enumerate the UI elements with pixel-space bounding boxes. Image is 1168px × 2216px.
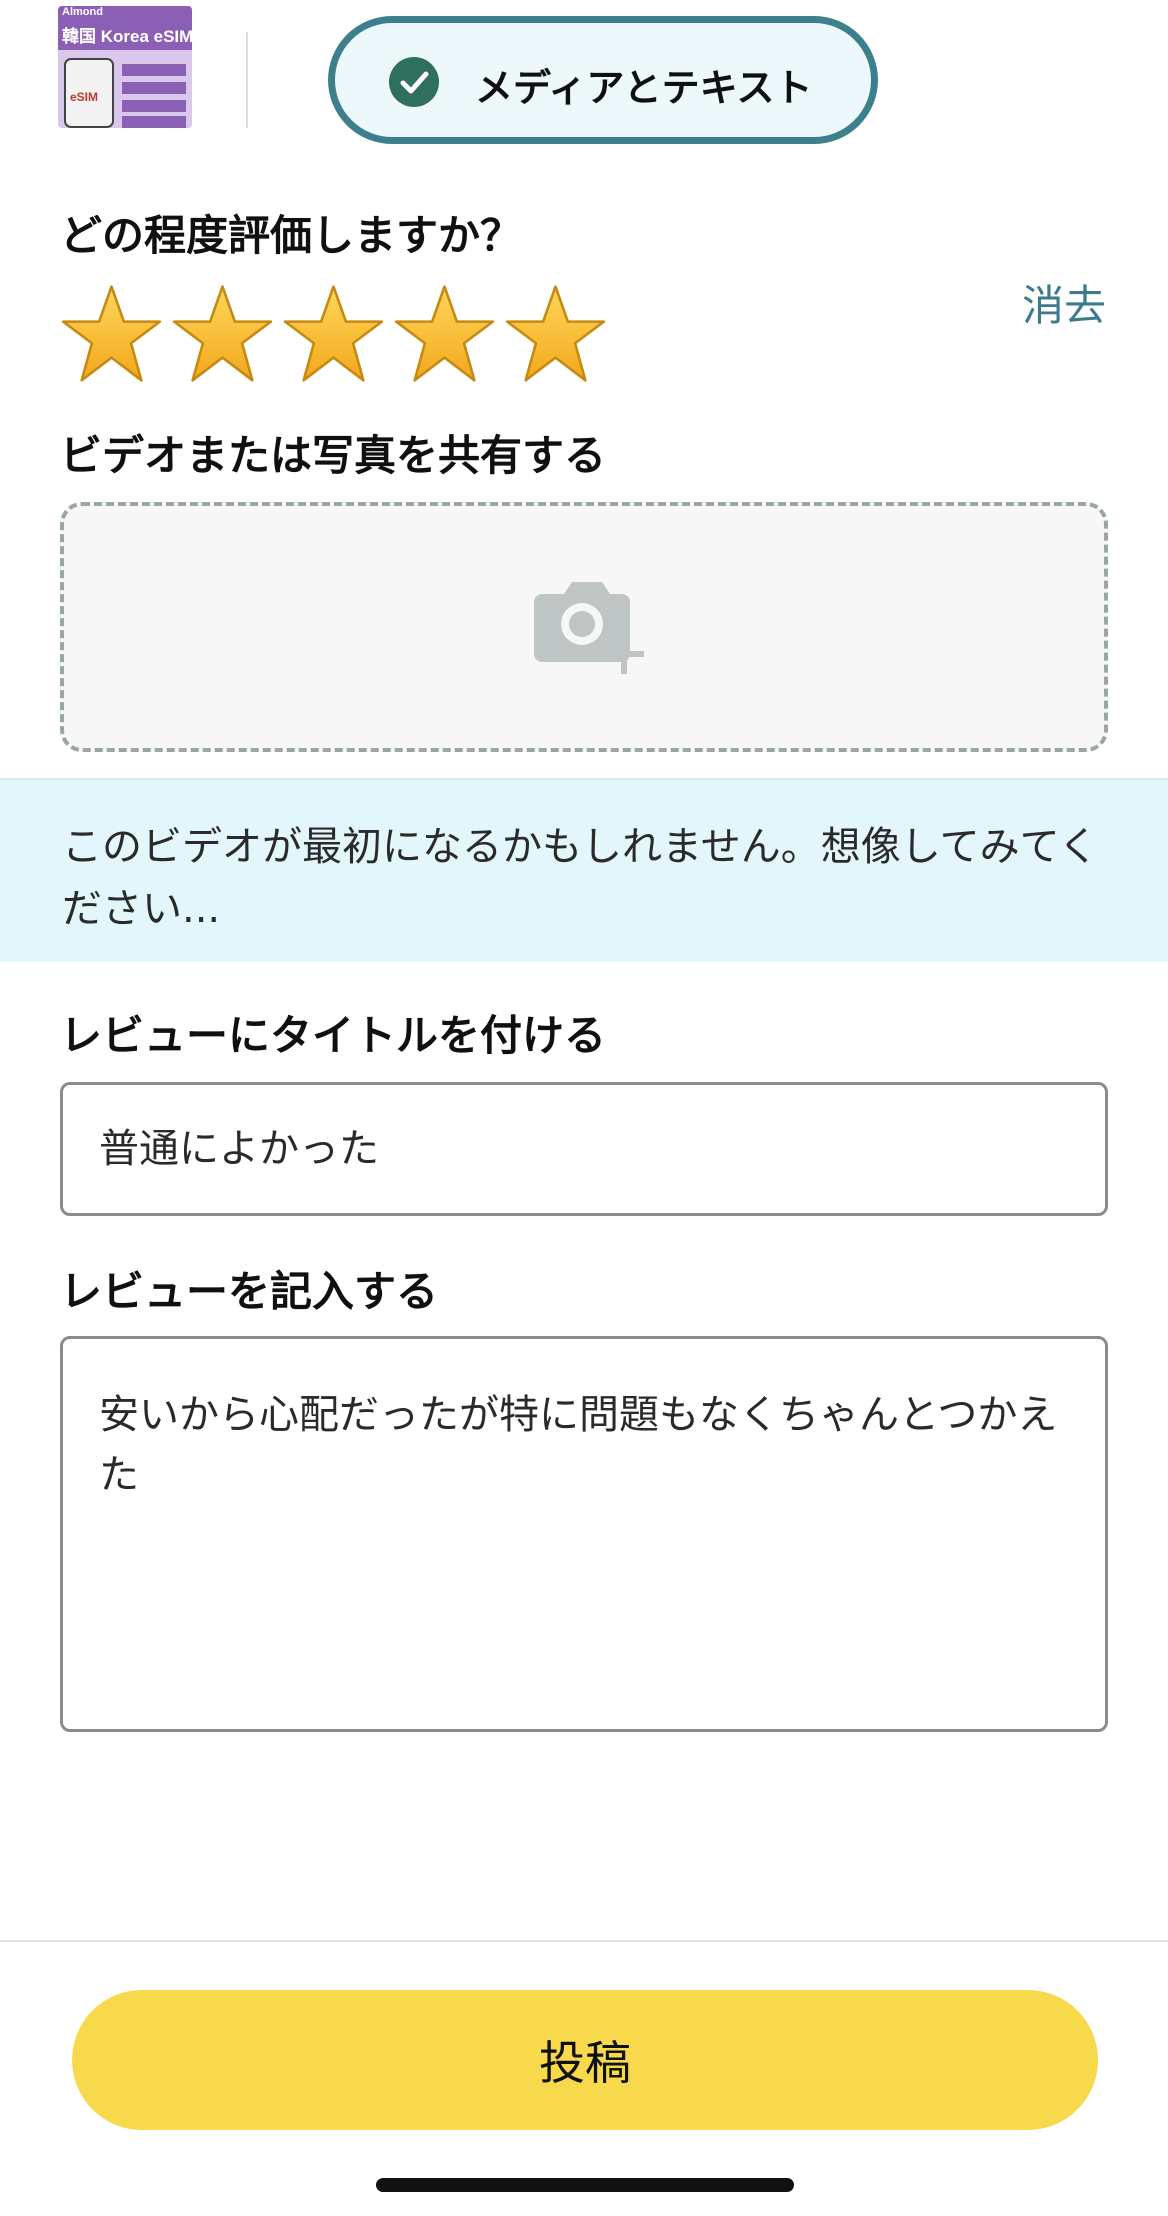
star-rating [60,282,607,388]
thumbnail-title: 韓国 Korea eSIM [62,27,192,46]
media-hint-banner: このビデオが最初になるかもしれません。想像してみてください... [0,778,1168,962]
review-title-input[interactable]: 普通によかった [60,1082,1108,1216]
review-body-value: 安いから心配だったが特に問題もなくちゃんとつかえた [99,1392,1058,1498]
review-title-value: 普通によかった [99,1126,379,1172]
thumbnail-phone-image: eSIM [64,58,114,128]
review-body-heading: レビューを記入する [60,1267,439,1316]
clear-rating-link[interactable]: 消去 [1022,272,1106,333]
review-title-heading: レビューにタイトルを付ける [60,1011,607,1060]
camera-add-icon [534,582,644,674]
media-and-text-mode-pill[interactable]: メディアとテキスト [328,16,878,144]
thumbnail-brand: Almond [62,6,103,18]
media-hint-text: このビデオが最初になるかもしれません。想像してみてください... [62,824,1099,932]
star-2-icon[interactable] [171,282,274,388]
media-upload-area[interactable] [60,502,1108,752]
check-circle-icon [389,57,439,107]
thumbnail-badge: eSIM [70,90,99,104]
review-body-textarea[interactable]: 安いから心配だったが特に問題もなくちゃんとつかえた [60,1336,1108,1732]
mode-pill-label: メディアとテキスト [475,66,813,110]
product-thumbnail: Almond 韓国 Korea eSIM eSIM [58,6,192,128]
home-indicator[interactable] [376,2178,794,2192]
star-5-icon[interactable] [504,282,607,388]
star-1-icon[interactable] [60,282,163,388]
footer-divider [0,1940,1168,1942]
star-4-icon[interactable] [393,282,496,388]
star-3-icon[interactable] [282,282,385,388]
media-heading: ビデオまたは写真を共有する [60,431,607,480]
rating-heading: どの程度評価しますか？ [60,211,523,260]
submit-button[interactable]: 投稿 [72,1990,1098,2130]
header-divider [246,32,248,128]
